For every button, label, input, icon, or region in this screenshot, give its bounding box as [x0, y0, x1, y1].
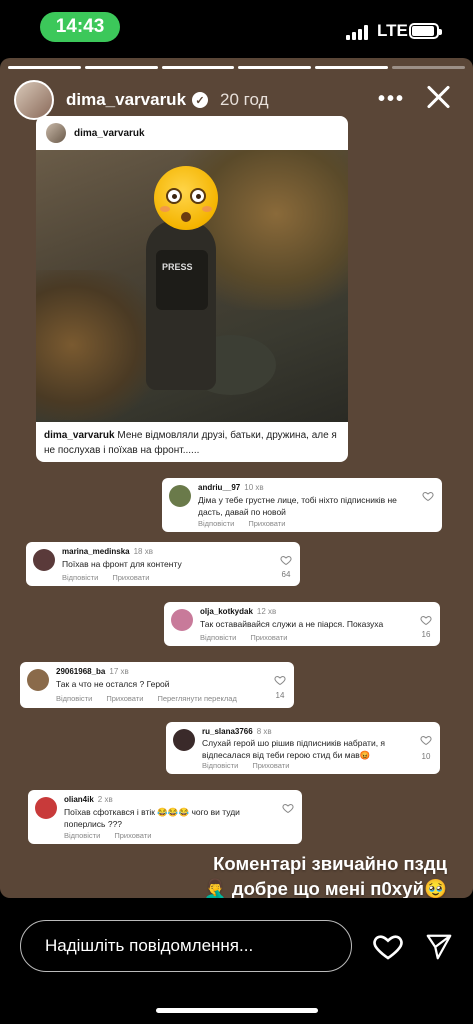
shared-post-card[interactable]: dima_varvaruk PRESS dima_varvaruk Мене в… — [36, 116, 348, 462]
post-photo: PRESS — [36, 150, 348, 422]
message-input[interactable]: Надішліть повідомлення... — [20, 920, 352, 972]
comment-username: olian4ik 2 хв — [64, 795, 113, 804]
comment-text: Діма у тебе грустне лице, тобі ніхто під… — [198, 495, 397, 518]
comment-actions: Відповісти Приховати — [64, 831, 165, 840]
like-count: 16 — [421, 630, 431, 639]
comment-card: olja_kotkydak 12 хв Так оставайвайся служ… — [164, 602, 440, 646]
battery-icon — [409, 23, 442, 39]
reply-link[interactable]: Відповісти — [64, 831, 100, 840]
verified-badge-icon: ✓ — [192, 92, 209, 108]
comment-actions: Відповісти Приховати — [198, 519, 299, 528]
comment-actions: Відповісти Приховати Переглянути переклад — [56, 694, 251, 703]
hide-link[interactable]: Приховати — [112, 573, 149, 582]
flushed-face-sticker-icon — [154, 166, 218, 230]
hide-link[interactable]: Приховати — [106, 694, 143, 703]
story-overlay-text: Коментарі звичайно пздц 🤦‍♂️ добре що ме… — [204, 852, 447, 898]
like-count: 64 — [281, 570, 291, 579]
hide-link[interactable]: Приховати — [250, 633, 287, 642]
more-options-icon[interactable]: ••• — [378, 88, 405, 111]
comment-avatar — [173, 729, 195, 751]
caption-username: dima_varvaruk — [44, 430, 115, 441]
comment-username: marina_medinska 18 хв — [62, 547, 153, 556]
post-caption: dima_varvaruk Мене відмовляли друзі, бат… — [44, 428, 340, 458]
comment-card: marina_medinska 18 хв Поїхав на фронт для… — [26, 542, 300, 586]
post-header: dima_varvaruk — [36, 116, 348, 150]
comment-username: andriu__97 10 хв — [198, 483, 264, 492]
heart-icon[interactable] — [420, 614, 432, 626]
like-count: 14 — [275, 691, 285, 700]
post-username: dima_varvaruk — [74, 127, 145, 139]
reply-link[interactable]: Відповісти — [200, 633, 236, 642]
comment-avatar — [171, 609, 193, 631]
close-icon[interactable] — [423, 82, 453, 112]
comment-text: Поїхав на фронт для контенту — [62, 559, 182, 569]
see-translation-link[interactable]: Переглянути переклад — [157, 694, 236, 703]
comment-avatar — [169, 485, 191, 507]
reply-link[interactable]: Відповісти — [198, 519, 234, 528]
post-avatar — [46, 123, 66, 143]
comment-username: ru_slana3766 8 хв — [202, 727, 272, 736]
comment-actions: Відповісти Приховати — [62, 573, 163, 582]
heart-icon[interactable] — [282, 802, 294, 814]
comment-avatar — [27, 669, 49, 691]
avatar[interactable] — [14, 80, 54, 120]
heart-icon[interactable] — [274, 674, 286, 686]
story-time-ago: 20 год — [220, 90, 269, 109]
reply-link[interactable]: Відповісти — [56, 694, 92, 703]
send-icon[interactable] — [424, 932, 454, 962]
comment-text: Слухай герой шо рішив підписників набрат… — [202, 738, 386, 761]
story-username[interactable]: dima_varvaruk — [66, 90, 186, 110]
story-progress — [8, 66, 465, 69]
comment-card: ru_slana3766 8 хв Слухай герой шо рішив п… — [166, 722, 440, 774]
comment-username: olja_kotkydak 12 хв — [200, 607, 277, 616]
heart-icon[interactable] — [280, 554, 292, 566]
heart-icon[interactable] — [420, 734, 432, 746]
hide-link[interactable]: Приховати — [114, 831, 151, 840]
comment-actions: Відповісти Приховати — [200, 633, 301, 642]
home-indicator — [156, 1008, 318, 1013]
heart-icon[interactable] — [422, 490, 434, 502]
like-heart-icon[interactable] — [372, 930, 404, 962]
hide-link[interactable]: Приховати — [252, 761, 289, 770]
comment-card: 29061968_ba 17 хв Так а что не остался ? … — [20, 662, 294, 708]
overlay-line-2: 🤦‍♂️ добре що мені п0хуй🥹 — [203, 877, 447, 898]
comment-text: Так а что не остался ? Герой — [56, 679, 170, 689]
overlay-line-1: Коментарі звичайно пздц — [213, 853, 447, 874]
comment-avatar — [35, 797, 57, 819]
story-view[interactable]: dima_varvaruk ✓ 20 год ••• dima_varvaruk… — [0, 58, 473, 898]
network-type: LTE — [377, 21, 408, 40]
comment-card: andriu__97 10 хв Діма у тебе грустне лице… — [162, 478, 442, 532]
status-bar: 14:43 LTE — [0, 0, 473, 56]
hide-link[interactable]: Приховати — [248, 519, 285, 528]
comment-text: Так оставайвайся служи а не піарся. Пока… — [200, 619, 384, 629]
comment-text: Поїхав сфоткався і втік 😂😂😂 чого ви туди… — [64, 807, 240, 830]
press-label: PRESS — [162, 262, 193, 272]
comment-card: olian4ik 2 хв Поїхав сфоткався і втік 😂😂😂… — [28, 790, 302, 844]
reply-link[interactable]: Відповісти — [202, 761, 238, 770]
comment-username: 29061968_ba 17 хв — [56, 667, 129, 676]
comment-actions: Відповісти Приховати — [202, 761, 303, 770]
like-count: 10 — [421, 752, 431, 761]
comment-avatar — [33, 549, 55, 571]
reply-link[interactable]: Відповісти — [62, 573, 98, 582]
status-time: 14:43 — [40, 12, 120, 42]
signal-icon — [346, 24, 372, 40]
